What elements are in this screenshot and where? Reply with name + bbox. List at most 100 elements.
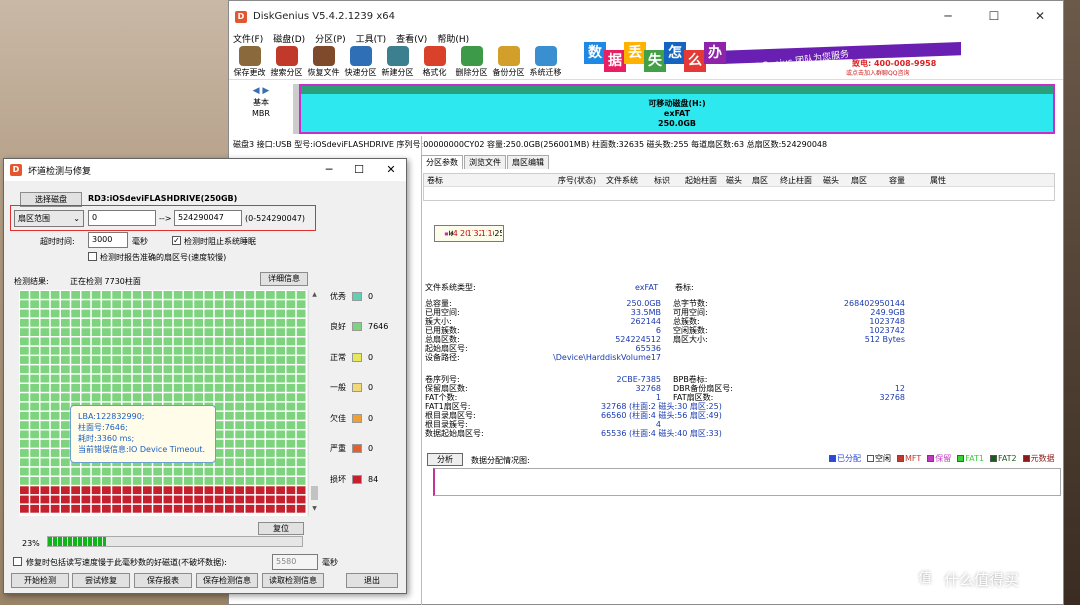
sector-cell bbox=[225, 402, 234, 411]
dialog-button-3[interactable]: 保存检测信息 bbox=[196, 573, 258, 588]
prevent-sleep-checkbox[interactable]: ✓ bbox=[172, 236, 181, 245]
dialog-button-5[interactable]: 退出 bbox=[346, 573, 398, 588]
sector-cell bbox=[40, 421, 50, 429]
sector-cell bbox=[71, 309, 80, 318]
range-end-input[interactable]: 524290047 bbox=[174, 210, 242, 226]
sector-cell bbox=[286, 318, 296, 327]
sector-cell bbox=[214, 504, 224, 513]
toolbar-button-3[interactable]: 快速分区 bbox=[342, 46, 379, 78]
dialog-button-4[interactable]: 读取检测信息 bbox=[262, 573, 324, 588]
dialog-minimize-button[interactable]: ─ bbox=[314, 159, 344, 181]
sector-cell bbox=[276, 374, 285, 383]
menu-item-0[interactable]: 文件(F) bbox=[233, 32, 263, 46]
partition-fs: exFAT bbox=[663, 109, 691, 118]
dialog-button-2[interactable]: 保存报表 bbox=[134, 573, 192, 588]
sector-cell bbox=[102, 356, 111, 364]
toolbar-button-5[interactable]: 格式化 bbox=[416, 46, 453, 78]
sector-cell bbox=[122, 495, 132, 504]
toolbar-button-4[interactable]: 新建分区 bbox=[379, 46, 416, 78]
sector-cell bbox=[245, 365, 255, 374]
repair-slow-checkbox[interactable] bbox=[13, 557, 22, 566]
repair-ms-input[interactable]: 5580 bbox=[272, 554, 318, 570]
menu-item-1[interactable]: 磁盘(D) bbox=[273, 32, 305, 46]
dialog-button-1[interactable]: 尝试修复 bbox=[72, 573, 130, 588]
detail-button[interactable]: 详细信息 bbox=[260, 272, 308, 286]
sector-cell bbox=[20, 374, 29, 383]
menu-item-2[interactable]: 分区(P) bbox=[315, 32, 345, 46]
sector-cell bbox=[30, 402, 39, 411]
tab-1[interactable]: 浏览文件 bbox=[464, 155, 506, 169]
disk-nav-arrows-icon[interactable]: ◀ ▶ bbox=[247, 86, 275, 97]
table-row[interactable]: ▬ 可移动磁盘(H:)0exFAT07420173263513916250.0G… bbox=[434, 225, 504, 242]
toolbar-button-2[interactable]: 恢复文件 bbox=[305, 46, 342, 78]
analyze-button[interactable]: 分析 bbox=[427, 453, 463, 466]
sector-cell bbox=[255, 309, 265, 318]
sector-cell bbox=[132, 309, 142, 318]
ad-banner[interactable]: DiskGenius 团队为您服务 致电: 400-008-9958 或点击加入… bbox=[584, 40, 961, 77]
table-cell-7: 32635 bbox=[473, 229, 480, 238]
toolbar-button-6[interactable]: 删除分区 bbox=[453, 46, 490, 78]
toolbar-button-7[interactable]: 备份分区 bbox=[490, 46, 527, 78]
sector-cell bbox=[163, 374, 173, 383]
sector-cell bbox=[50, 458, 60, 467]
menu-item-5[interactable]: 帮助(H) bbox=[437, 32, 469, 46]
toolbar-label-5: 格式化 bbox=[422, 68, 447, 77]
sector-cell bbox=[50, 337, 60, 346]
menu-item-4[interactable]: 查看(V) bbox=[396, 32, 427, 46]
reset-button[interactable]: 复位 bbox=[258, 522, 304, 535]
toolbar-label-2: 恢复文件 bbox=[307, 68, 340, 77]
maximize-button[interactable]: ☐ bbox=[971, 1, 1017, 32]
close-button[interactable]: ✕ bbox=[1017, 1, 1063, 32]
range-select[interactable]: 扇区范围 ⌄ bbox=[14, 210, 84, 227]
sector-cell bbox=[245, 504, 255, 513]
tab-0[interactable]: 分区参数 bbox=[421, 155, 463, 169]
scroll-down-icon[interactable]: ▼ bbox=[310, 505, 319, 514]
sector-cell bbox=[30, 486, 39, 495]
scroll-up-icon[interactable]: ▲ bbox=[310, 291, 319, 300]
scroll-thumb[interactable] bbox=[311, 486, 318, 500]
toolbar-button-0[interactable]: 保存更改 bbox=[231, 46, 268, 78]
sector-cell bbox=[194, 328, 203, 336]
sector-cell bbox=[266, 309, 275, 318]
dialog-maximize-button[interactable]: ☐ bbox=[344, 159, 374, 181]
sector-cell bbox=[214, 402, 224, 411]
sector-cell bbox=[245, 439, 255, 448]
timeout-input[interactable]: 3000 bbox=[88, 232, 128, 248]
sector-cell bbox=[132, 337, 142, 346]
toolbar-button-8[interactable]: 系统迁移 bbox=[527, 46, 564, 78]
menu-item-3[interactable]: 工具(T) bbox=[356, 32, 387, 46]
sector-cell bbox=[225, 346, 234, 355]
sector-cell bbox=[81, 337, 91, 346]
sector-cell bbox=[276, 421, 285, 429]
sector-cell bbox=[194, 374, 203, 383]
table-header-10: 容量 bbox=[889, 176, 905, 185]
sector-cell bbox=[296, 467, 306, 476]
partition-block[interactable]: 可移动磁盘(H:) exFAT 250.0GB bbox=[299, 84, 1055, 134]
sector-cell bbox=[50, 411, 60, 420]
sector-cell bbox=[61, 374, 70, 383]
sector-cell bbox=[40, 458, 50, 467]
grid-scrollbar[interactable]: ▲ ▼ bbox=[308, 290, 319, 516]
sector-cell bbox=[255, 346, 265, 355]
sector-cell bbox=[91, 495, 101, 504]
sector-cell bbox=[102, 291, 111, 299]
sector-cell bbox=[266, 504, 275, 513]
report-exact-checkbox[interactable] bbox=[88, 252, 97, 261]
toolbar-button-1[interactable]: 搜索分区 bbox=[268, 46, 305, 78]
sector-cell bbox=[173, 300, 183, 309]
sector-cell bbox=[204, 346, 214, 355]
table-header-4: 起始柱面 bbox=[685, 176, 717, 185]
dialog-title: 坏道检测与修复 bbox=[28, 166, 92, 177]
minimize-button[interactable]: ─ bbox=[925, 1, 971, 32]
sector-cell bbox=[50, 346, 60, 355]
sector-cell bbox=[61, 449, 70, 457]
sector-cell bbox=[40, 393, 50, 402]
disk-mbr-label: MBR bbox=[252, 109, 270, 118]
fs-left-value-6: \Device\HarddiskVolume17 bbox=[553, 353, 661, 362]
tab-2[interactable]: 扇区编辑 bbox=[507, 155, 549, 169]
dialog-button-0[interactable]: 开始检测 bbox=[11, 573, 69, 588]
range-start-input[interactable]: 0 bbox=[88, 210, 156, 226]
sector-cell bbox=[132, 356, 142, 364]
dialog-close-button[interactable]: ✕ bbox=[376, 159, 406, 181]
legend-label-6: 元数据 bbox=[1030, 454, 1055, 463]
